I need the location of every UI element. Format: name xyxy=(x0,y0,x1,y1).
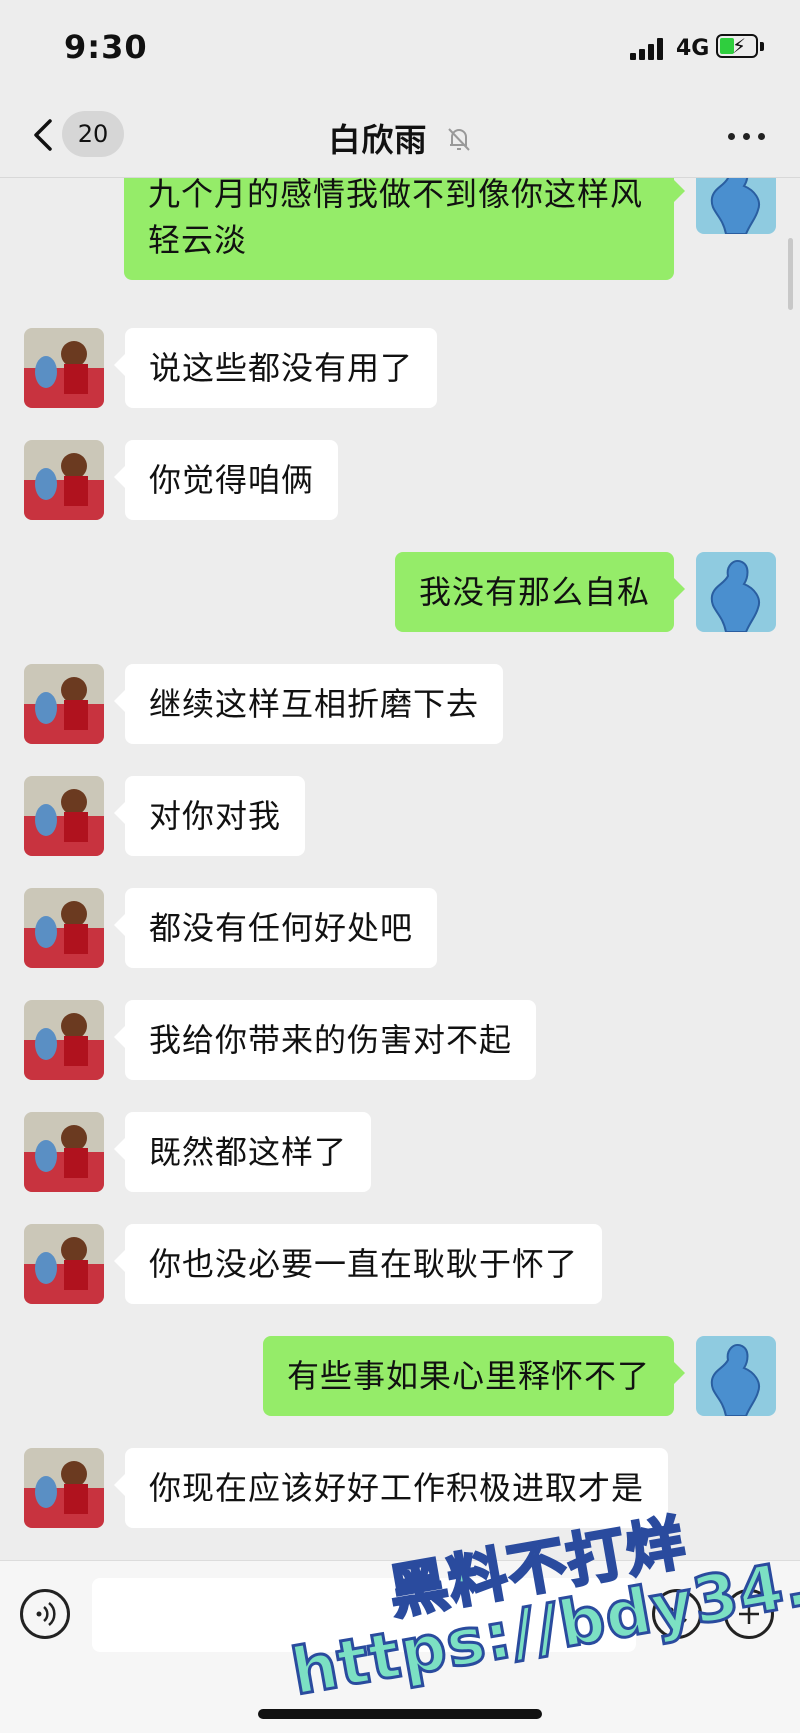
more-options-icon[interactable] xyxy=(722,115,772,155)
message-input[interactable] xyxy=(92,1578,636,1652)
message-bubble-outgoing[interactable]: 有些事如果心里释怀不了 xyxy=(262,1336,686,1416)
emoji-icon[interactable] xyxy=(652,1589,702,1639)
chat-title: 白欣雨 xyxy=(328,121,428,159)
chat-title-wrap: 白欣雨 xyxy=(0,115,800,161)
chat-header: 20 白欣雨 xyxy=(0,95,800,178)
message-bubble-incoming[interactable]: 继续这样互相折磨下去 xyxy=(113,664,504,744)
message-bubble-incoming[interactable]: 说这些都没有用了 xyxy=(113,328,438,408)
message-bubble-incoming[interactable]: 对你对我 xyxy=(113,776,306,856)
battery-tip xyxy=(760,42,764,51)
contact-avatar[interactable] xyxy=(24,1224,104,1304)
voice-input-icon[interactable] xyxy=(20,1589,70,1639)
input-bar xyxy=(0,1560,800,1733)
contact-avatar[interactable] xyxy=(24,888,104,968)
message-bubble-outgoing[interactable]: 九个月的感情我做不到像你这样风轻云淡 xyxy=(124,178,685,280)
clock: 9:30 xyxy=(64,28,148,66)
mute-bell-icon xyxy=(446,123,472,161)
my-avatar[interactable] xyxy=(696,178,776,234)
my-avatar[interactable] xyxy=(696,552,776,632)
message-bubble-incoming[interactable]: 我给你带来的伤害对不起 xyxy=(113,1000,537,1080)
home-indicator xyxy=(258,1709,542,1719)
message-bubble-incoming[interactable]: 你现在应该好好工作积极进取才是 xyxy=(113,1448,669,1528)
contact-avatar[interactable] xyxy=(24,776,104,856)
contact-avatar[interactable] xyxy=(24,664,104,744)
plus-icon[interactable] xyxy=(724,1589,774,1639)
network-type: 4G xyxy=(676,36,710,61)
message-bubble-outgoing[interactable]: 我没有那么自私 xyxy=(394,552,686,632)
message-bubble-incoming[interactable]: 你也没必要一直在耿耿于怀了 xyxy=(113,1224,603,1304)
message-bubble-incoming[interactable]: 既然都这样了 xyxy=(113,1112,372,1192)
contact-avatar[interactable] xyxy=(24,1000,104,1080)
contact-avatar[interactable] xyxy=(24,1448,104,1528)
contact-avatar[interactable] xyxy=(24,440,104,520)
status-bar: 9:30 4G ⚡ xyxy=(0,0,800,95)
signal-icon xyxy=(630,38,666,60)
contact-avatar[interactable] xyxy=(24,328,104,408)
scrollbar[interactable] xyxy=(788,238,793,310)
battery-icon: ⚡ xyxy=(716,34,758,58)
message-bubble-incoming[interactable]: 你觉得咱俩 xyxy=(113,440,339,520)
message-list[interactable]: 九个月的感情我做不到像你这样风轻云淡 说这些都没有用了 你觉得咱俩 我没有那么自… xyxy=(0,178,800,1560)
contact-avatar[interactable] xyxy=(24,1112,104,1192)
my-avatar[interactable] xyxy=(696,1336,776,1416)
message-bubble-incoming[interactable]: 都没有任何好处吧 xyxy=(113,888,438,968)
